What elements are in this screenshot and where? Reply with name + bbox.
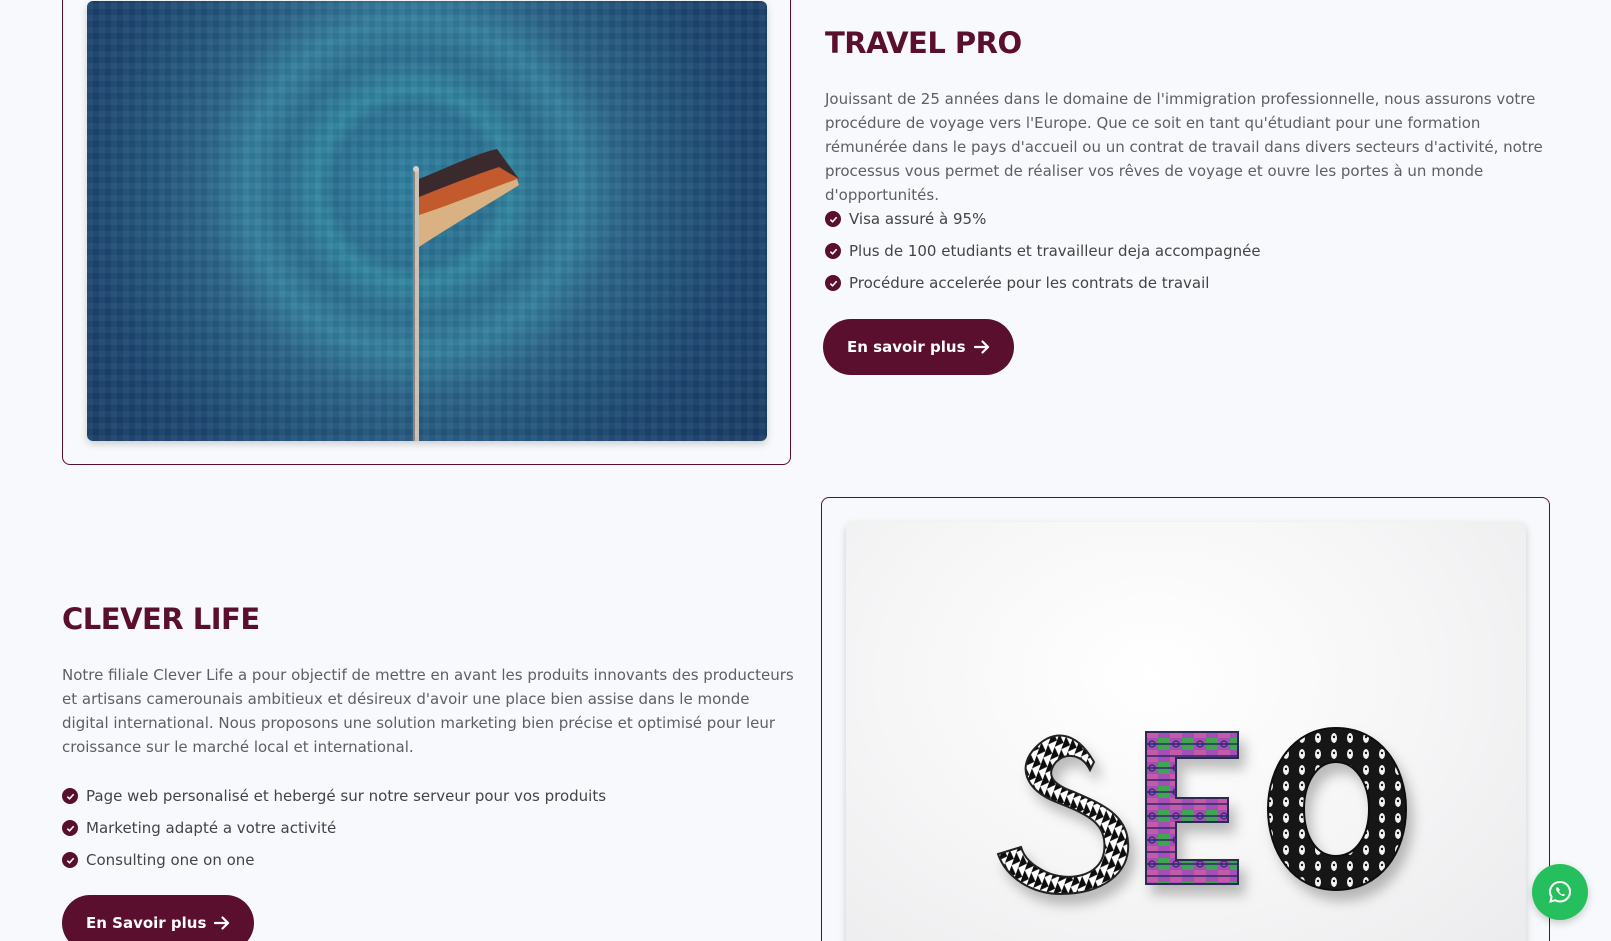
check-circle-icon <box>825 211 841 227</box>
whatsapp-button[interactable] <box>1532 864 1588 920</box>
feature-text: Marketing adapté a votre activité <box>86 819 337 837</box>
feature-text: Consulting one on one <box>86 851 255 869</box>
list-item: Marketing adapté a votre activité <box>62 812 606 844</box>
german-flag-photo <box>87 1 767 441</box>
button-label: En savoir plus <box>847 338 966 356</box>
check-circle-icon <box>62 820 78 836</box>
travel-pro-description: Jouissant de 25 années dans le domaine d… <box>825 90 1543 204</box>
arrow-right-icon <box>973 340 989 354</box>
travel-pro-title: TRAVEL PRO <box>825 26 1022 60</box>
clever-life-title: CLEVER LIFE <box>62 602 260 636</box>
seo-letters-photo <box>846 522 1526 941</box>
feature-text: Plus de 100 etudiants et travailleur dej… <box>849 242 1261 260</box>
whatsapp-icon <box>1548 880 1572 903</box>
feature-text: Visa assuré à 95% <box>849 210 987 228</box>
travel-pro-learn-more-button[interactable]: En savoir plus <box>823 319 1014 375</box>
list-item: Visa assuré à 95% <box>825 203 1261 235</box>
button-label: En Savoir plus <box>86 914 207 932</box>
arrow-right-icon <box>214 916 230 930</box>
list-item: Page web personalisé et hebergé sur notr… <box>62 780 606 812</box>
clever-life-learn-more-button[interactable]: En Savoir plus <box>62 895 255 941</box>
check-circle-icon <box>825 243 841 259</box>
travel-pro-image-card <box>62 0 791 465</box>
check-circle-icon <box>825 275 841 291</box>
feature-text: Page web personalisé et hebergé sur notr… <box>86 787 607 805</box>
clever-life-description: Notre filiale Clever Life a pour objecti… <box>62 666 794 756</box>
list-item: Procédure accelerée pour les contrats de… <box>825 267 1261 299</box>
feature-text: Procédure accelerée pour les contrats de… <box>849 274 1210 292</box>
clever-life-image-card <box>821 497 1550 941</box>
travel-pro-feature-list: Visa assuré à 95% Plus de 100 etudiants … <box>825 203 1261 299</box>
check-circle-icon <box>62 852 78 868</box>
check-circle-icon <box>62 788 78 804</box>
clever-life-feature-list: Page web personalisé et hebergé sur notr… <box>62 780 606 876</box>
list-item: Consulting one on one <box>62 844 606 876</box>
list-item: Plus de 100 etudiants et travailleur dej… <box>825 235 1261 267</box>
